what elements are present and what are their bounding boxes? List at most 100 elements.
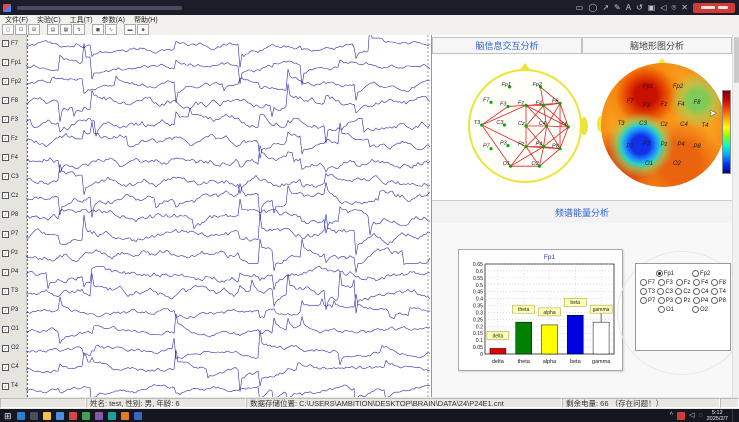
radio-button-icon[interactable] — [675, 288, 682, 295]
channel-checkbox-C4[interactable]: ✓ — [2, 364, 9, 371]
radio-button-icon[interactable] — [692, 306, 699, 313]
radio-button-icon[interactable] — [675, 297, 682, 304]
radio-Cz[interactable]: Cz — [675, 288, 690, 295]
radio-button-icon[interactable] — [693, 279, 700, 286]
channel-checkbox-Pz[interactable]: ✓ — [2, 250, 9, 257]
radio-button-icon[interactable] — [657, 288, 664, 295]
arrow-icon[interactable]: ↗ — [602, 4, 609, 12]
vertical-scrollbar[interactable] — [732, 35, 739, 397]
radio-Fp1[interactable]: Fp1 — [656, 270, 674, 277]
radio-button-icon[interactable] — [711, 297, 718, 304]
channel-checkbox-Fp1[interactable]: ✓ — [2, 59, 9, 66]
pen-icon[interactable]: ✎ — [614, 4, 621, 12]
radio-C3[interactable]: C3 — [657, 288, 673, 295]
taskbar-app-blue[interactable] — [17, 412, 25, 420]
channel-checkbox-O1[interactable]: ✓ — [2, 326, 9, 333]
menu-1[interactable]: 实验(C) — [37, 15, 61, 25]
scrollbar-thumb[interactable] — [734, 37, 739, 83]
mic-icon[interactable]: ⌾ — [671, 4, 676, 12]
tab-brain-interaction[interactable]: 脑信息交互分析 — [432, 37, 582, 54]
tool-open-button[interactable]: ⊡ — [15, 24, 27, 35]
radio-P3[interactable]: P3 — [658, 297, 673, 304]
tool-stop-button[interactable]: ▬ — [124, 24, 136, 35]
radio-button-icon[interactable] — [656, 270, 663, 277]
radio-Fp2[interactable]: Fp2 — [692, 270, 710, 277]
tool-save-button[interactable]: ⊞ — [28, 24, 40, 35]
radio-button-icon[interactable] — [693, 297, 700, 304]
tab-brain-topography[interactable]: 脑地形图分析 — [582, 37, 732, 54]
taskbar-app-chrome[interactable] — [56, 412, 64, 420]
channel-checkbox-P4[interactable]: ✓ — [2, 269, 9, 276]
taskbar-app-green[interactable] — [82, 412, 90, 420]
radio-button-icon[interactable] — [658, 306, 665, 313]
speaker-icon[interactable]: ◁ — [660, 4, 666, 12]
tool-wave-button[interactable]: ∿ — [105, 24, 117, 35]
radio-P8[interactable]: P8 — [711, 297, 726, 304]
taskbar-app-teal[interactable] — [108, 412, 116, 420]
radio-P7[interactable]: P7 — [640, 297, 655, 304]
menu-3[interactable]: 参数(A) — [102, 15, 125, 25]
tray-red-badge-icon[interactable] — [677, 412, 685, 420]
radio-O1[interactable]: O1 — [658, 306, 674, 313]
menu-0[interactable]: 文件(F) — [5, 15, 28, 25]
radio-F3[interactable]: F3 — [658, 279, 673, 286]
taskbar-app-purple[interactable] — [95, 412, 103, 420]
start-button[interactable]: ⊞ — [4, 411, 12, 421]
taskbar-app-red[interactable] — [69, 412, 77, 420]
trash-icon[interactable]: ▣ — [648, 4, 656, 12]
close-icon[interactable]: ✕ — [681, 4, 688, 12]
recording-button[interactable] — [693, 3, 735, 13]
taskbar-clock[interactable]: 5:12 2025/2/7 — [707, 410, 728, 422]
radio-button-icon[interactable] — [692, 270, 699, 277]
tool-wave-dark-button[interactable]: ◼ — [92, 24, 104, 35]
taskbar-app-dark[interactable] — [30, 412, 38, 420]
tool-grid-button[interactable]: ▦ — [60, 24, 72, 35]
radio-T3[interactable]: T3 — [640, 288, 655, 295]
radio-button-icon[interactable] — [640, 279, 647, 286]
channel-checkbox-Fp2[interactable]: ✓ — [2, 78, 9, 85]
menu-4[interactable]: 帮助(H) — [134, 15, 158, 25]
channel-checkbox-F4[interactable]: ✓ — [2, 154, 9, 161]
channel-checkbox-Cz[interactable]: ✓ — [2, 192, 9, 199]
radio-button-icon[interactable] — [676, 279, 683, 286]
radio-button-icon[interactable] — [640, 288, 647, 295]
taskbar-app-orange[interactable] — [121, 412, 129, 420]
radio-O2[interactable]: O2 — [692, 306, 708, 313]
tool-montage-button[interactable]: ▤ — [47, 24, 59, 35]
taskbar-app-folder[interactable] — [43, 412, 51, 420]
radio-C4[interactable]: C4 — [693, 288, 709, 295]
channel-checkbox-C3[interactable]: ✓ — [2, 173, 9, 180]
channel-checkbox-F3[interactable]: ✓ — [2, 116, 9, 123]
tool-marker-button[interactable]: ↯ — [73, 24, 85, 35]
menu-2[interactable]: 工具(T) — [70, 15, 93, 25]
channel-checkbox-F8[interactable]: ✓ — [2, 97, 9, 104]
radio-button-icon[interactable] — [658, 279, 665, 286]
radio-Fz[interactable]: Fz — [676, 279, 691, 286]
radio-T4[interactable]: T4 — [711, 288, 726, 295]
radio-F4[interactable]: F4 — [693, 279, 708, 286]
tool-new-button[interactable]: ▢ — [2, 24, 14, 35]
channel-checkbox-T3[interactable]: ✓ — [2, 288, 9, 295]
text-icon[interactable]: A — [626, 4, 631, 12]
channel-checkbox-T4[interactable]: ✓ — [2, 383, 9, 390]
radio-Pz[interactable]: Pz — [675, 297, 690, 304]
radio-button-icon[interactable] — [693, 288, 700, 295]
tool-record-button[interactable]: ■ — [137, 24, 149, 35]
channel-checkbox-P8[interactable]: ✓ — [2, 211, 9, 218]
radio-button-icon[interactable] — [711, 288, 718, 295]
tray-chevron-icon[interactable]: ^ — [670, 412, 673, 420]
spectrum-energy-button[interactable]: 频谱能量分析 — [432, 200, 732, 224]
channel-checkbox-P3[interactable]: ✓ — [2, 307, 9, 314]
radio-F7[interactable]: F7 — [640, 279, 655, 286]
tray-volume-icon[interactable]: ◁ — [689, 412, 694, 420]
radio-button-icon[interactable] — [658, 297, 665, 304]
ellipse-icon[interactable]: ◯ — [588, 4, 597, 12]
radio-F8[interactable]: F8 — [711, 279, 726, 286]
channel-checkbox-O2[interactable]: ✓ — [2, 345, 9, 352]
radio-P4[interactable]: P4 — [693, 297, 708, 304]
taskbar-app-navy[interactable] — [134, 412, 142, 420]
show-desktop-button[interactable] — [732, 409, 736, 422]
channel-checkbox-Fz[interactable]: ✓ — [2, 135, 9, 142]
tray-network-icon[interactable]: ◌ — [698, 412, 702, 420]
channel-checkbox-F7[interactable]: ✓ — [2, 40, 9, 47]
